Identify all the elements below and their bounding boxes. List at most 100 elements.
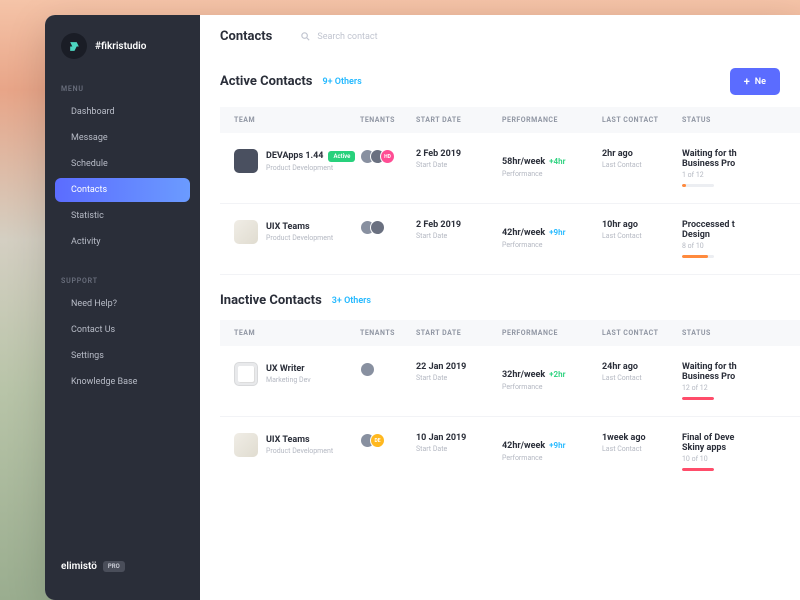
status-text-2: Business Pro	[682, 372, 790, 382]
table-row[interactable]: UIX Teams Product Development 2 Feb 2019…	[220, 204, 800, 275]
sidebar-item-message[interactable]: Message	[55, 126, 190, 150]
start-date: 2 Feb 2019	[416, 149, 502, 159]
team-subtitle: Product Development	[266, 164, 355, 172]
team-avatar	[234, 433, 258, 457]
cell-sublabel: Start Date	[416, 161, 502, 169]
sidebar-item-knowledge[interactable]: Knowledge Base	[55, 370, 190, 394]
sidebar-item-contact-us[interactable]: Contact Us	[55, 318, 190, 342]
brand-name: elimistö	[61, 561, 97, 572]
sidebar-item-activity[interactable]: Activity	[55, 230, 190, 254]
search-icon	[300, 31, 311, 42]
col-perf: PERFORMANCE	[502, 329, 602, 337]
col-last: LAST CONTACT	[602, 329, 682, 337]
cell-sublabel: Performance	[502, 241, 602, 249]
sidebar-item-contacts[interactable]: Contacts	[55, 178, 190, 202]
tenant-avatars[interactable]	[360, 362, 375, 377]
start-date: 2 Feb 2019	[416, 220, 502, 230]
progress-bar	[682, 397, 714, 400]
menu-section-label: MENU	[45, 77, 200, 99]
inactive-others-link[interactable]: 3+ Others	[332, 296, 371, 306]
progress-bar	[682, 468, 714, 471]
performance-value: 32hr/week	[502, 370, 545, 380]
team-subtitle: Product Development	[266, 234, 333, 242]
new-button-label: Ne	[755, 77, 766, 87]
active-others-link[interactable]: 9+ Others	[322, 77, 361, 87]
performance-value: 42hr/week	[502, 441, 545, 451]
start-date: 10 Jan 2019	[416, 433, 502, 443]
tenant-avatars[interactable]: HD	[360, 149, 395, 164]
avatar-extra: HD	[380, 149, 395, 164]
brand-badge: PRO	[103, 561, 125, 572]
brand-footer: elimistö PRO	[45, 551, 200, 582]
performance-delta: +9hr	[549, 228, 565, 237]
status-text: Waiting for th	[682, 362, 790, 372]
performance-delta: +9hr	[549, 441, 565, 450]
status-count: 1 of 12	[682, 171, 790, 179]
inactive-section-title: Inactive Contacts	[220, 293, 322, 308]
last-contact: 24hr ago	[602, 362, 682, 372]
cell-sublabel: Performance	[502, 454, 602, 462]
team-avatar	[234, 220, 258, 244]
performance-delta: +2hr	[549, 370, 565, 379]
table-row[interactable]: UX Writer Marketing Dev 22 Jan 2019 Star…	[220, 346, 800, 417]
avatar	[370, 220, 385, 235]
sidebar-item-statistic[interactable]: Statistic	[55, 204, 190, 228]
performance-value: 58hr/week	[502, 157, 545, 167]
cell-sublabel: Last Contact	[602, 161, 682, 169]
new-contact-button[interactable]: + Ne	[730, 68, 780, 95]
col-last: LAST CONTACT	[602, 116, 682, 124]
search-input[interactable]	[317, 32, 437, 42]
start-date: 22 Jan 2019	[416, 362, 502, 372]
col-status: STATUS	[682, 329, 800, 337]
cell-sublabel: Last Contact	[602, 232, 682, 240]
status-text-2: Business Pro	[682, 159, 790, 169]
page-title: Contacts	[220, 29, 272, 44]
sidebar-item-help[interactable]: Need Help?	[55, 292, 190, 316]
support-section-label: SUPPORT	[45, 269, 200, 291]
workspace-name: #fikristudio	[95, 41, 146, 52]
app-window: #fikristudio MENU Dashboard Message Sche…	[45, 15, 800, 600]
workspace-switcher[interactable]: #fikristudio	[45, 33, 200, 77]
plus-icon: +	[744, 76, 750, 87]
tenant-avatars[interactable]: DE	[360, 433, 385, 448]
cell-sublabel: Start Date	[416, 374, 502, 382]
table-row[interactable]: DEVApps 1.44 Active Product Development …	[220, 133, 800, 204]
search-wrap	[300, 31, 437, 42]
sidebar-item-settings[interactable]: Settings	[55, 344, 190, 368]
active-table-header: TEAM TENANTS START DATE PERFORMANCE LAST…	[220, 107, 800, 133]
inactive-section-head: Inactive Contacts 3+ Others	[220, 283, 800, 320]
team-name: UIX Teams	[266, 222, 310, 232]
team-name: UX Writer	[266, 364, 305, 374]
content-scroll[interactable]: Active Contacts 9+ Others + Ne TEAM TENA…	[200, 54, 800, 600]
tenant-avatars[interactable]	[360, 220, 385, 235]
sidebar-item-schedule[interactable]: Schedule	[55, 152, 190, 176]
table-row[interactable]: UIX Teams Product Development DE 10 Jan …	[220, 417, 800, 487]
active-section-head: Active Contacts 9+ Others + Ne	[220, 58, 800, 107]
team-subtitle: Product Development	[266, 447, 333, 455]
sidebar-item-dashboard[interactable]: Dashboard	[55, 100, 190, 124]
avatar-extra: DE	[370, 433, 385, 448]
main-content: Contacts Active Contacts 9+ Others + Ne …	[200, 15, 800, 600]
progress-bar	[682, 184, 714, 187]
col-team: TEAM	[220, 116, 360, 124]
performance-value: 42hr/week	[502, 228, 545, 238]
team-name: UIX Teams	[266, 435, 310, 445]
inactive-table-header: TEAM TENANTS START DATE PERFORMANCE LAST…	[220, 320, 800, 346]
col-tenants: TENANTS	[360, 329, 416, 337]
col-status: STATUS	[682, 116, 800, 124]
topbar: Contacts	[200, 15, 800, 54]
cell-sublabel: Last Contact	[602, 445, 682, 453]
status-text-2: Skiny apps	[682, 443, 790, 453]
col-start: START DATE	[416, 116, 502, 124]
col-perf: PERFORMANCE	[502, 116, 602, 124]
col-start: START DATE	[416, 329, 502, 337]
status-text: Final of Deve	[682, 433, 790, 443]
cell-sublabel: Performance	[502, 383, 602, 391]
col-tenants: TENANTS	[360, 116, 416, 124]
status-text: Waiting for th	[682, 149, 790, 159]
status-count: 8 of 10	[682, 242, 790, 250]
avatar	[360, 362, 375, 377]
status-count: 10 of 10	[682, 455, 790, 463]
status-count: 12 of 12	[682, 384, 790, 392]
cell-sublabel: Start Date	[416, 445, 502, 453]
